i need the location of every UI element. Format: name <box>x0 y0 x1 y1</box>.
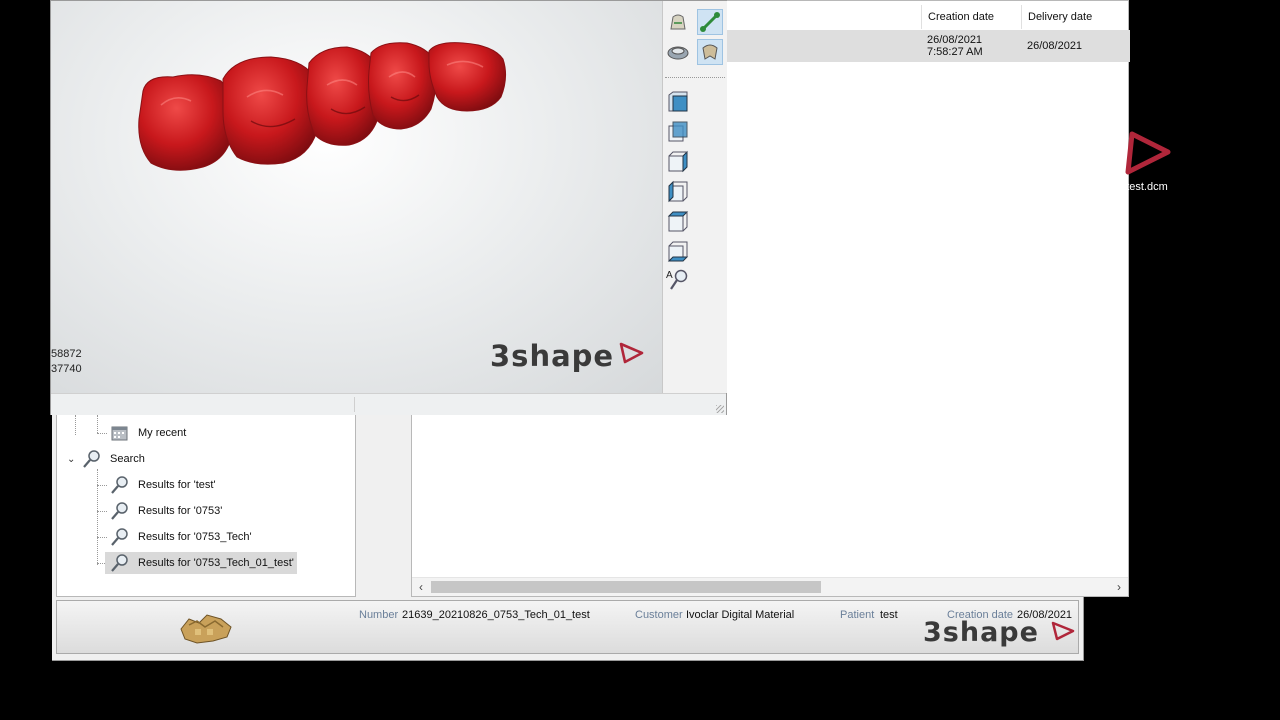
resize-grip-icon[interactable] <box>716 405 724 413</box>
tree-item-label: Results for '0753' <box>138 505 223 517</box>
view-left-icon[interactable] <box>665 149 691 175</box>
tree-item-search[interactable]: ⌄ Search <box>67 448 148 470</box>
coordinate-readout-1: 58872 <box>51 348 82 360</box>
tooth-model-tool[interactable] <box>665 9 691 35</box>
scroll-right-icon[interactable]: › <box>1110 578 1128 596</box>
number-value: 21639_20210826_0753_Tech_01_test <box>402 609 590 621</box>
tree-item-label: Results for 'test' <box>138 479 216 491</box>
creation-date-text: 26/08/2021 <box>927 34 983 46</box>
order-info-bar: Number 21639_20210826_0753_Tech_01_test … <box>56 600 1079 654</box>
view-top-icon[interactable] <box>665 209 691 235</box>
column-header-creation-date[interactable]: Creation date <box>921 5 1021 29</box>
tooth-crown-tool[interactable] <box>697 39 723 65</box>
tree-item-label: My recent <box>138 427 187 439</box>
brand-triangle-icon <box>618 342 644 367</box>
column-header-delivery-date[interactable]: Delivery date <box>1021 5 1121 29</box>
view-right-icon[interactable] <box>665 179 691 205</box>
view-front-icon[interactable] <box>665 89 691 115</box>
viewer-status-strip <box>51 393 726 415</box>
viewer-window: 58872 37740 3shape A <box>50 0 727 415</box>
tree-item-label: Search <box>110 453 145 465</box>
magnifier-icon <box>109 501 131 521</box>
tree-item-results-0753-tech-01-test[interactable]: Results for '0753_Tech_01_test' <box>105 552 297 574</box>
dental-bridge-model <box>138 42 507 171</box>
desktop-file-label: test.dcm <box>1126 181 1168 193</box>
cell-delivery-date: 26/08/2021 <box>1021 30 1121 62</box>
delivery-date-text: 26/08/2021 <box>1027 40 1083 52</box>
view-back-icon[interactable] <box>665 119 691 145</box>
customer-value: Ivoclar Digital Material <box>686 609 795 621</box>
creation-time-text: 7:58:27 AM <box>927 46 983 58</box>
tree-item-results-0753-tech[interactable]: Results for '0753_Tech' <box>109 526 255 548</box>
number-label: Number <box>359 609 399 621</box>
view-bottom-icon[interactable] <box>665 239 691 265</box>
tree-item-label: Results for '0753_Tech_01_test' <box>135 555 297 571</box>
viewer-brand-text: 3shape <box>490 339 615 373</box>
magnifier-icon <box>109 527 131 547</box>
navigation-tree: My recent ⌄ Search Results for 'test' Re… <box>56 414 356 597</box>
desktop-file-icon[interactable]: test.dcm <box>1108 130 1186 193</box>
annotation-search-icon[interactable]: A <box>665 267 691 293</box>
scroll-left-icon[interactable]: ‹ <box>412 578 430 596</box>
tree-item-results-0753[interactable]: Results for '0753' <box>109 500 225 522</box>
dental-model-thumbnail <box>177 607 235 650</box>
brand-logo-text: 3shape <box>923 617 1039 648</box>
patient-label: Patient <box>840 609 875 621</box>
patient-value: test <box>880 609 898 621</box>
svg-text:A: A <box>666 270 673 281</box>
bone-tool[interactable] <box>697 9 723 35</box>
dicom-file-icon <box>1125 131 1171 175</box>
scanner-ring-tool[interactable] <box>665 39 691 65</box>
brand-triangle-icon <box>1051 621 1075 644</box>
horizontal-scrollbar[interactable]: ‹ › <box>412 577 1128 596</box>
magnifier-icon <box>109 553 131 573</box>
magnifier-icon <box>81 449 103 469</box>
tree-item-results-test[interactable]: Results for 'test' <box>109 474 219 496</box>
viewer-toolbar: A <box>662 1 727 393</box>
cell-creation-date: 26/08/2021 7:58:27 AM <box>921 30 1021 62</box>
3d-viewport[interactable]: 58872 37740 3shape <box>51 1 662 393</box>
tree-item-my-recent[interactable]: My recent <box>109 422 189 444</box>
chevron-down-icon[interactable]: ⌄ <box>67 454 81 465</box>
magnifier-icon <box>109 475 131 495</box>
coordinate-readout-2: 37740 <box>51 363 82 375</box>
customer-label: Customer <box>635 609 683 621</box>
calendar-icon <box>109 423 131 443</box>
scrollbar-thumb[interactable] <box>431 581 821 593</box>
tree-item-label: Results for '0753_Tech' <box>138 531 252 543</box>
